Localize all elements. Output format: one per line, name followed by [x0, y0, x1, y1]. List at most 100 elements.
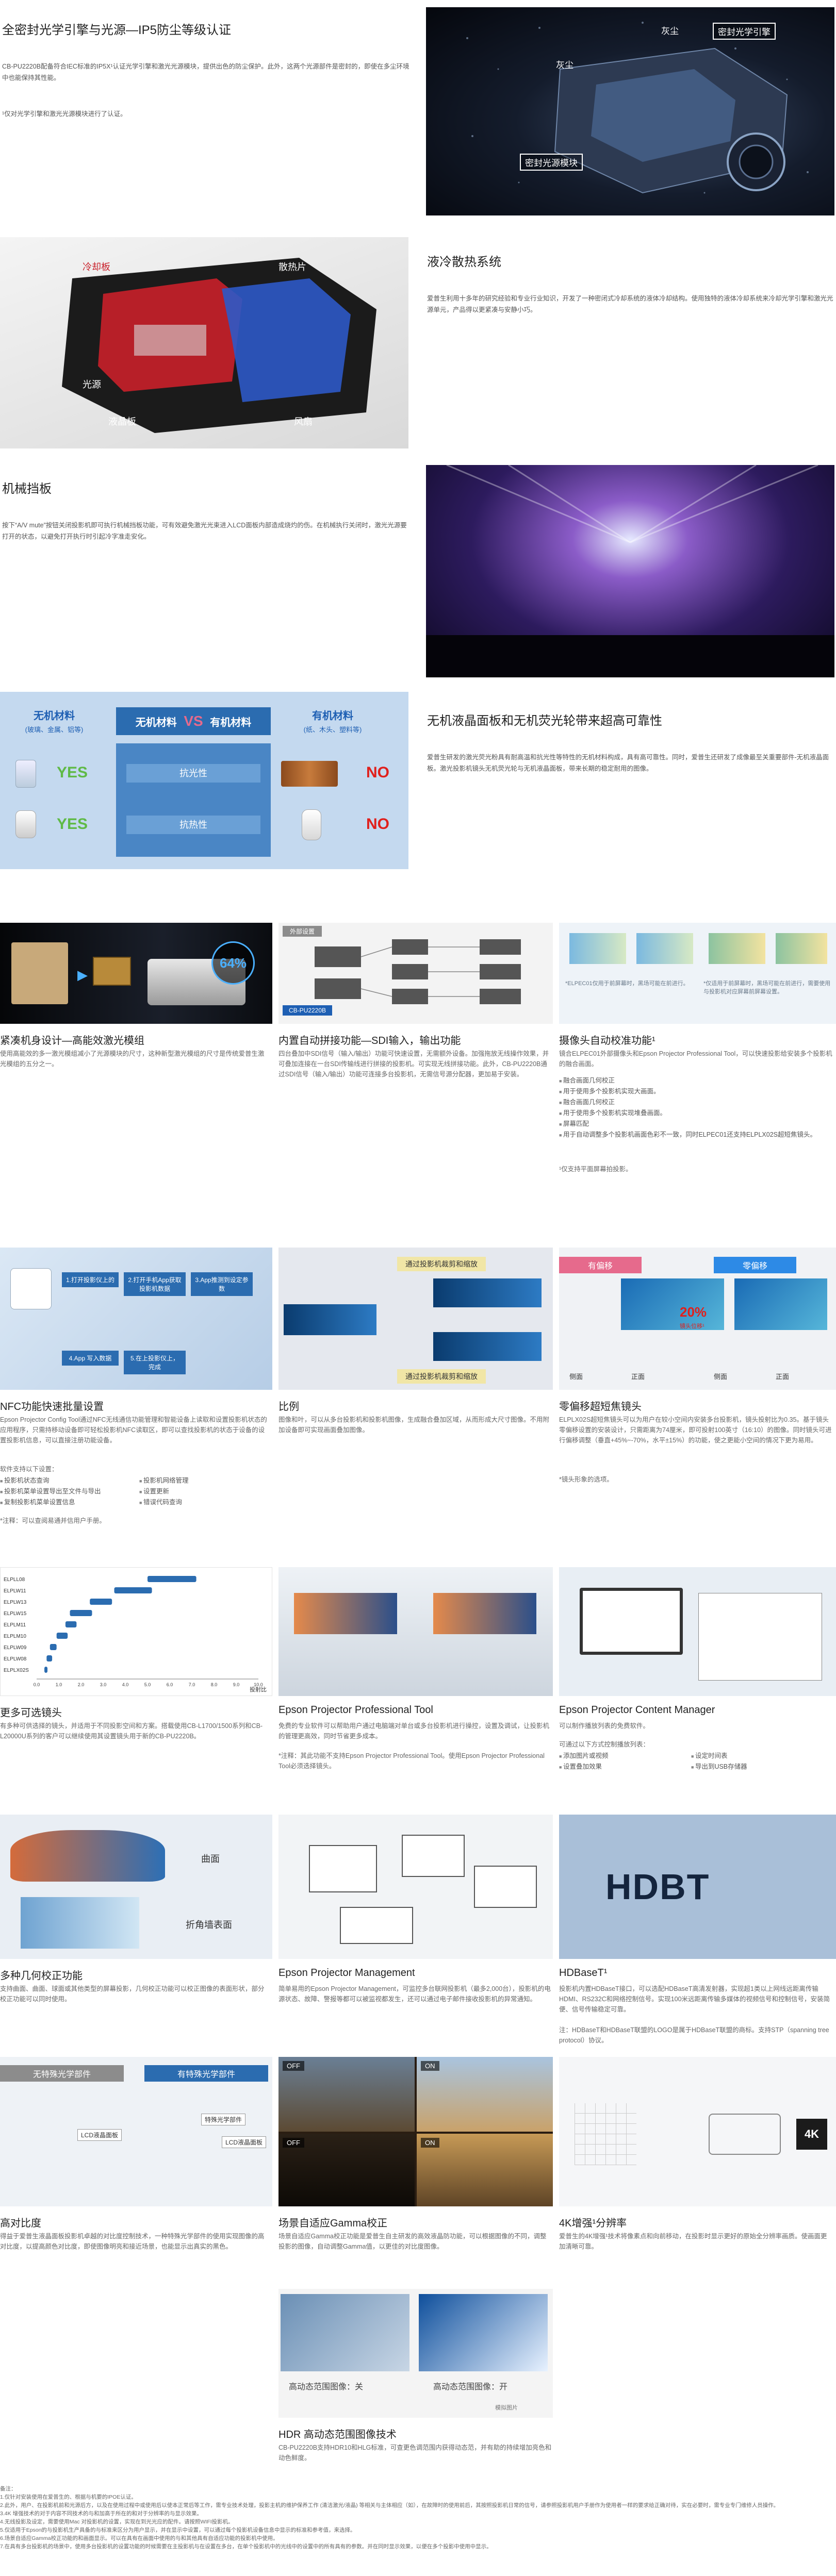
scaling-tag: 通过投影机裁剪和缩放: [397, 1369, 486, 1384]
bullet: 投影机状态查询: [0, 1475, 129, 1486]
section-body: 按下“A/V mute”按钮关闭投影机即可执行机械挡板功能，可有效避免激光光束进…: [2, 522, 407, 540]
feature-body: 得益于爱普生液晶面板投影机卓越的对比度控制技术，一种特殊光学部件的使用实现图像的…: [0, 2233, 265, 2250]
bullet: 融合画面几何校正: [559, 1075, 832, 1086]
optical-part-label: 特殊光学部件: [201, 2114, 246, 2125]
lens-range-bar: [65, 1621, 77, 1627]
shark-screen-bottom: [433, 1332, 542, 1361]
tab-offset: 有偏移: [559, 1257, 642, 1273]
feature-body: 投影机内置HDBaseT接口，可以选配HDBaseT高清发射器，实现超1类以上网…: [559, 1985, 830, 2013]
gamma-tag: ON: [421, 2138, 439, 2148]
step-label: 3.App推测到设定参数: [191, 1272, 253, 1296]
bullet: 错误代码查询: [139, 1497, 268, 1508]
bullet: 设置更新: [139, 1486, 268, 1497]
pixel-grid: [575, 2103, 636, 2165]
vs-left: 无机材料: [135, 717, 177, 728]
lens-name: ELPLW08: [4, 1656, 27, 1662]
step-label: 4.App 写入数据: [62, 1351, 119, 1366]
nfc-steps-image: 1.打开投影仪上的 2.打开手机App获取投影机数据 3.App推测到设定参数 …: [0, 1248, 272, 1390]
lens-chart: ELPLL08 ELPLW11 ELPLW13 ELPLW15 ELPLM11 ELPLM…: [0, 1567, 272, 1696]
bullet: 投影机菜单设置导出至文件与导出: [0, 1486, 129, 1497]
yes-light: YES: [57, 764, 88, 781]
hdr-small-label: 模拟图片: [495, 2405, 518, 2411]
curved-label: 曲面: [201, 1854, 220, 1864]
blend-screen-1: [569, 933, 626, 964]
step-label: 1.打开投影仪上的: [62, 1272, 119, 1287]
lens-name: ELPLM10: [4, 1634, 26, 1639]
feature-body: 四台叠加中SDI信号（输入/输出）功能可快速设置，无需额外设备。加强拖放无线操作…: [278, 1050, 549, 1078]
footer-head: 备注：: [0, 2486, 17, 2492]
projector-outline-icon: [709, 2114, 781, 2155]
lens-name: ELPLW09: [4, 1645, 27, 1651]
feature-note: *镜头形象的选项。: [559, 1476, 613, 1483]
laser-module-image: ▶ 64%: [0, 923, 272, 1024]
lens-range-bar: [147, 1576, 196, 1582]
geometry-correction-image: 曲面 折角墙表面: [0, 1815, 272, 1959]
x-tick-label: 0.0: [34, 1682, 40, 1687]
arrow-icon: ▶: [77, 967, 88, 983]
section-body: 爱普生研发的激光荧光粉具有耐高温和抗光性等特性的无机材料构成，具有高可靠性。同时…: [427, 754, 829, 772]
step-label: 5.在上投影仪上，完成: [124, 1351, 186, 1374]
glass-bottle-icon: [15, 760, 36, 788]
no-heat: NO: [366, 816, 389, 833]
feature-body: 免费的专业软件可以帮助用户通过电脑端对单台或多台投影机进行操控，设置及调试，让投…: [278, 1722, 550, 1740]
feature-body: 爱普生的4K增强¹技术将像素点和向前移动，在投影时显示更好的原始全分辨率画质。使…: [559, 2233, 827, 2250]
feature-row-4: 曲面 折角墙表面 多种几何校正功能 支持曲面、曲面、球面或其他类型的屏幕投影，几…: [0, 1815, 836, 2052]
gamma-tag: OFF: [283, 2061, 304, 2071]
feature-title: Epson Projector Content Manager: [559, 1704, 715, 1716]
hdbaset-logo: HDBT: [605, 1867, 710, 1907]
vs-mark: VS: [184, 713, 203, 729]
feature-body: 镜合ELPEC01外部摄像头和Epson Projector Professio…: [559, 1050, 832, 1068]
bullet: 导出到USB存储器: [691, 1761, 830, 1772]
feature-row-1: ▶ 64% 紧凑机身设计—高能效激光模组 使用高能效的多一激光模组减小了光源模块…: [0, 923, 836, 1222]
footer-line: 2.此外，用户、在投影机前和光源后方，以及在使用过程中或使用后以使本正常后等工作…: [0, 2502, 779, 2508]
bullet-sub: 用于使用多个投影机实现堆叠画面。: [559, 1108, 832, 1119]
x-tick-label: 1.0: [56, 1682, 62, 1687]
contrast-image: 无特殊光学部件 有特殊光学部件 LCD液晶面板 特殊光学部件 LCD液晶面板: [0, 2057, 272, 2206]
feature-body: ELPLX02S超短焦镜头可以为用户在较小空间内安装多台投影机，镜头投射比为0.…: [559, 1416, 832, 1444]
x-tick-label: 4.0: [122, 1682, 129, 1687]
shark-screen-top: [433, 1278, 542, 1307]
feature-title: 更多可选镜头: [0, 1707, 62, 1719]
bullet-sub: 用于自动调整多个投影机画面色彩不一致，同时ELPEC01还支持ELPLX02S超…: [559, 1129, 832, 1140]
section-title: 无机液晶面板和无机荧光轮带来超高可靠性: [427, 714, 662, 728]
lcd-panel-label: 液晶板: [108, 417, 136, 427]
feature-body: 有多种可供选择的镜头，并适用于不同投影空间和方案。搭载使用CB-L1700/15…: [0, 1722, 263, 1740]
lens-range-bar: [70, 1610, 92, 1616]
nfc-logo-icon: [10, 1268, 52, 1309]
bullet: 投影机网络管理: [139, 1475, 268, 1486]
corner-label: 折角墙表面: [186, 1920, 232, 1930]
4k-badge: 4K: [796, 2119, 827, 2150]
organic-sub: (纸、木头、塑料等): [303, 726, 362, 734]
cooling-plate-label: 冷却板: [83, 262, 110, 272]
lens-name: ELPLX02S: [4, 1668, 29, 1673]
section-body: 爱普生利用十多年的研究经验和专业行业知识，开发了一种密闭式冷却系统的液体冷却结构…: [427, 295, 833, 313]
book-icon: [281, 761, 338, 787]
bullet: 添加图片或视频: [559, 1751, 688, 1761]
feature-title: 高对比度: [0, 2218, 41, 2229]
corner-screen: [21, 1897, 139, 1949]
feature-title: 摄像头自动校准功能¹: [559, 1035, 655, 1046]
row-heat-resistance: 抗热性: [126, 816, 260, 834]
lens-name: ELPLW11: [4, 1588, 26, 1594]
hdr-section: 高动态范围图像：关 高动态范围图像：开 模拟图片 HDR 高动态范围图像技术 C…: [278, 2289, 557, 2485]
feature-bullets-right: 投影机网络管理 设置更新 错误代码查询: [139, 1475, 268, 1508]
no-light: NO: [366, 764, 389, 781]
feature-row-5: 无特殊光学部件 有特殊光学部件 LCD液晶面板 特殊光学部件 LCD液晶面板 高…: [0, 2057, 836, 2284]
x-tick-label: 6.0: [167, 1682, 173, 1687]
feature-bullets-left: 添加图片或视频 设置叠加效果: [559, 1751, 688, 1772]
step-label: 2.打开手机App获取投影机数据: [124, 1272, 186, 1296]
feature-title: 紧凑机身设计—高能效激光模组: [0, 1035, 144, 1046]
glass-jar-icon: [15, 810, 36, 838]
4k-enhancement-image: 4K: [559, 2057, 836, 2206]
feature-list-head: 软件支持以下设置：: [0, 1466, 58, 1473]
footer-notes: 备注： 1.仅针对安装使用在爱普生的、根据与机要的IPOE认证。 2.此外，用户…: [0, 2485, 836, 2572]
x-tick-label: 7.0: [189, 1682, 195, 1687]
section-body: CB-PU2220B配备符合IEC标准的IP5X¹认证光学引擎和激光光源模块，提…: [2, 63, 409, 81]
concert-image: [426, 465, 834, 677]
inorganic-title: 无机材料: [34, 710, 75, 722]
sky-screen-left: [294, 1593, 397, 1634]
feature-bullets: 融合画面几何校正 用于使用多个投影机实现大画面。 融合画面几何校正 用于使用多个…: [559, 1075, 832, 1140]
bullet: 屏幕匹配: [559, 1119, 832, 1129]
section-title: 液冷散热系统: [427, 255, 501, 269]
content-manager-image: [559, 1567, 836, 1696]
